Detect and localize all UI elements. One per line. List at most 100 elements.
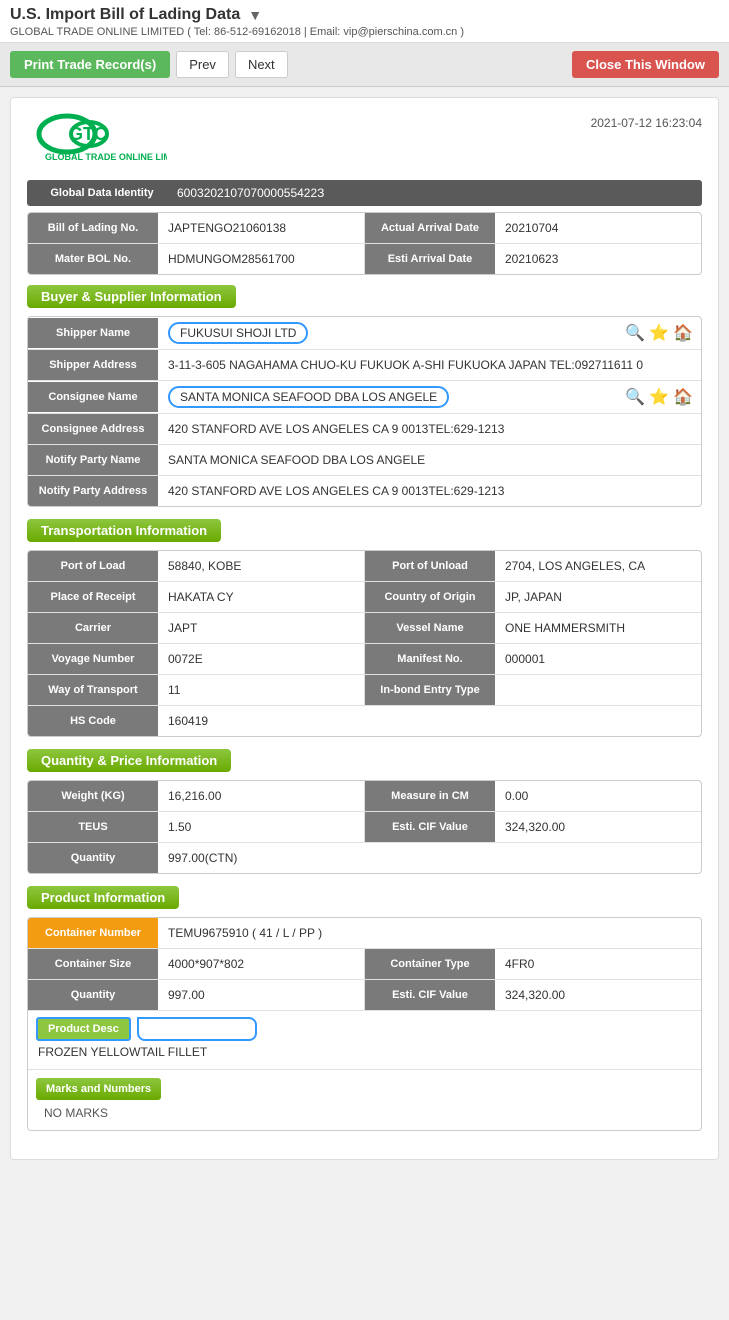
- notify-name-label: Notify Party Name: [28, 445, 158, 475]
- shipper-address-row: Shipper Address 3-11-3-605 NAGAHAMA CHUO…: [28, 350, 701, 381]
- quantity-value: 997.00(CTN): [158, 843, 701, 873]
- product-desc-value: [137, 1017, 257, 1041]
- notify-name-value: SANTA MONICA SEAFOOD DBA LOS ANGELE: [158, 445, 701, 475]
- company-info: GLOBAL TRADE ONLINE LIMITED ( Tel: 86-51…: [10, 26, 719, 38]
- weight-col: Weight (KG) 16,216.00: [28, 781, 365, 811]
- global-data-label: Global Data Identity: [37, 187, 167, 199]
- voyage-label: Voyage Number: [28, 644, 158, 674]
- country-origin-label: Country of Origin: [365, 582, 495, 612]
- inbond-label: In-bond Entry Type: [365, 675, 495, 705]
- esti-value: 20210623: [495, 247, 701, 271]
- inbond-col: In-bond Entry Type: [365, 675, 701, 705]
- container-type-col: Container Type 4FR0: [365, 949, 701, 979]
- esti-col: Esti Arrival Date 20210623: [365, 244, 701, 274]
- toolbar: Print Trade Record(s) Prev Next Close Th…: [0, 43, 729, 87]
- star-icon[interactable]: ⭐: [649, 323, 669, 343]
- search-icon[interactable]: 🔍: [625, 323, 645, 343]
- prev-button[interactable]: Prev: [176, 51, 229, 78]
- port-load-label: Port of Load: [28, 551, 158, 581]
- inbond-value: [495, 685, 701, 695]
- place-receipt-col: Place of Receipt HAKATA CY: [28, 582, 365, 612]
- quantity-row: Quantity 997.00(CTN): [28, 843, 701, 873]
- voyage-col: Voyage Number 0072E: [28, 644, 365, 674]
- product-cif-value: 324,320.00: [495, 983, 701, 1007]
- vessel-label: Vessel Name: [365, 613, 495, 643]
- home-icon[interactable]: 🏠: [673, 323, 693, 343]
- dropdown-arrow-icon[interactable]: ▼: [248, 7, 262, 23]
- container-size-row: Container Size 4000*907*802 Container Ty…: [28, 949, 701, 980]
- consignee-home-icon[interactable]: 🏠: [673, 387, 693, 407]
- product-desc-row: Product Desc FROZEN YELLOWTAIL FILLET: [28, 1011, 701, 1070]
- notify-address-label: Notify Party Address: [28, 476, 158, 506]
- container-size-label: Container Size: [28, 949, 158, 979]
- product-section: Product Information Container Number TEM…: [27, 886, 702, 1131]
- transport-section: Transportation Information Port of Load …: [27, 519, 702, 737]
- consignee-star-icon[interactable]: ⭐: [649, 387, 669, 407]
- container-type-label: Container Type: [365, 949, 495, 979]
- weight-value: 16,216.00: [158, 784, 364, 808]
- bol-col: Bill of Lading No. JAPTENGO21060138: [28, 213, 365, 243]
- cif-label: Esti. CIF Value: [365, 812, 495, 842]
- voyage-value: 0072E: [158, 647, 364, 671]
- global-data-value: 600320210707000055422З: [167, 186, 324, 200]
- marks-area: Marks and Numbers NO MARKS: [28, 1070, 701, 1130]
- next-button[interactable]: Next: [235, 51, 288, 78]
- receipt-row: Place of Receipt HAKATA CY Country of Or…: [28, 582, 701, 613]
- shipper-name-highlight: FUKUSUI SHOJI LTD: [168, 322, 308, 344]
- product-qty-value: 997.00: [158, 983, 364, 1007]
- doc-header: GLOBAL TRADE ONLINE LIMITED GTC 2021-07-…: [27, 112, 702, 166]
- carrier-label: Carrier: [28, 613, 158, 643]
- consignee-address-label: Consignee Address: [28, 414, 158, 444]
- carrier-value: JAPT: [158, 616, 364, 640]
- svg-text:GTC: GTC: [69, 124, 107, 144]
- transport-info-block: Port of Load 58840, KOBE Port of Unload …: [27, 550, 702, 737]
- teus-row: TEUS 1.50 Esti. CIF Value 324,320.00: [28, 812, 701, 843]
- product-info-block: Container Number TEMU9675910 ( 41 / L / …: [27, 917, 702, 1131]
- transport-section-header: Transportation Information: [27, 519, 221, 542]
- shipper-address-value: 3-11-3-605 NAGAHAMA CHUO-KU FUKUOK A-SHI…: [158, 350, 701, 380]
- container-number-label: Container Number: [28, 918, 158, 948]
- product-desc-text: FROZEN YELLOWTAIL FILLET: [36, 1041, 209, 1063]
- way-transport-label: Way of Transport: [28, 675, 158, 705]
- teus-label: TEUS: [28, 812, 158, 842]
- master-value: HDMUNGOM28561700: [158, 247, 364, 271]
- product-cif-col: Esti. CIF Value 324,320.00: [365, 980, 701, 1010]
- notify-name-row: Notify Party Name SANTA MONICA SEAFOOD D…: [28, 445, 701, 476]
- esti-label: Esti Arrival Date: [365, 244, 495, 274]
- consignee-name-value: SANTA MONICA SEAFOOD DBA LOS ANGELE: [158, 381, 617, 413]
- container-size-col: Container Size 4000*907*802: [28, 949, 365, 979]
- consignee-search-icon[interactable]: 🔍: [625, 387, 645, 407]
- place-receipt-value: HAKATA CY: [158, 585, 364, 609]
- quantity-section: Quantity & Price Information Weight (KG)…: [27, 749, 702, 874]
- page-title: U.S. Import Bill of Lading Data: [10, 6, 240, 24]
- top-bar: U.S. Import Bill of Lading Data ▼ GLOBAL…: [0, 0, 729, 43]
- arrival-value: 20210704: [495, 216, 701, 240]
- quantity-info-block: Weight (KG) 16,216.00 Measure in CM 0.00…: [27, 780, 702, 874]
- shipper-name-label: Shipper Name: [28, 318, 158, 348]
- product-qty-col: Quantity 997.00: [28, 980, 365, 1010]
- close-button[interactable]: Close This Window: [572, 51, 719, 78]
- hs-value: 160419: [158, 706, 701, 736]
- shipper-address-label: Shipper Address: [28, 350, 158, 380]
- place-receipt-label: Place of Receipt: [28, 582, 158, 612]
- port-unload-col: Port of Unload 2704, LOS ANGELES, CA: [365, 551, 701, 581]
- main-content: GLOBAL TRADE ONLINE LIMITED GTC 2021-07-…: [10, 97, 719, 1160]
- shipper-icons: 🔍 ⭐ 🏠: [617, 319, 701, 347]
- manifest-value: 000001: [495, 647, 701, 671]
- port-row: Port of Load 58840, KOBE Port of Unload …: [28, 551, 701, 582]
- port-load-col: Port of Load 58840, KOBE: [28, 551, 365, 581]
- vessel-col: Vessel Name ONE HAMMERSMITH: [365, 613, 701, 643]
- quantity-label: Quantity: [28, 843, 158, 873]
- country-origin-col: Country of Origin JP, JAPAN: [365, 582, 701, 612]
- print-button[interactable]: Print Trade Record(s): [10, 51, 170, 78]
- bol-info-block: Bill of Lading No. JAPTENGO21060138 Actu…: [27, 212, 702, 275]
- measure-label: Measure in CM: [365, 781, 495, 811]
- carrier-col: Carrier JAPT: [28, 613, 365, 643]
- way-transport-value: 11: [158, 678, 364, 702]
- port-load-value: 58840, KOBE: [158, 554, 364, 578]
- master-label: Mater BOL No.: [28, 244, 158, 274]
- port-unload-label: Port of Unload: [365, 551, 495, 581]
- consignee-name-row: Consignee Name SANTA MONICA SEAFOOD DBA …: [28, 381, 701, 414]
- marks-label: Marks and Numbers: [36, 1078, 161, 1100]
- svg-text:GLOBAL TRADE ONLINE LIMITED: GLOBAL TRADE ONLINE LIMITED: [45, 152, 167, 162]
